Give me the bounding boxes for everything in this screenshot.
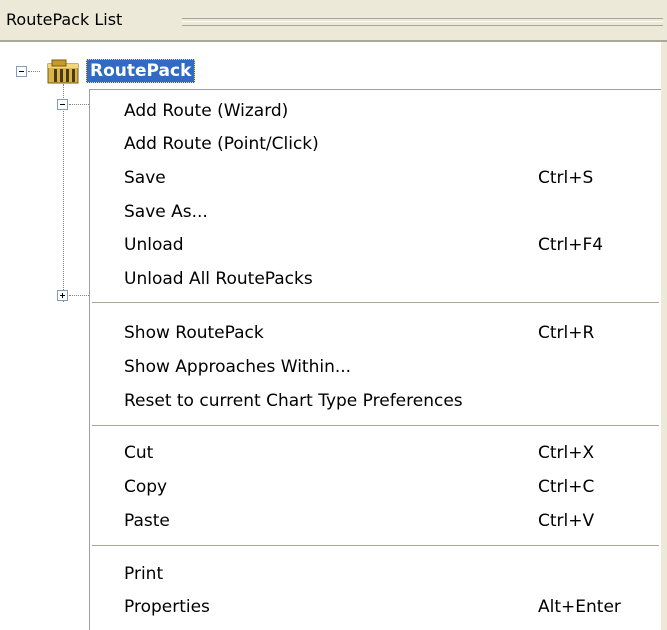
tree-connector [63,84,64,302]
context-menu: Add Route (Wizard) Add Route (Point/Clic… [89,89,661,630]
menu-item-save[interactable]: Save Ctrl+S [90,162,661,195]
menu-item-show-routepack[interactable]: Show RoutePack Ctrl+R [90,317,661,350]
menu-separator [92,302,659,304]
tree-node-routepack[interactable]: RoutePack [86,59,196,83]
menu-item-label: Add Route (Point/Click) [124,134,319,154]
menu-separator [92,545,659,547]
menu-item-add-route-wizard[interactable]: Add Route (Wizard) [90,95,661,128]
menu-item-label: Show RoutePack [124,323,264,343]
tree-connector [69,295,89,296]
minus-expander-icon[interactable] [16,66,27,77]
menu-item-shortcut: Ctrl+X [538,443,595,463]
menu-item-show-approaches-within[interactable]: Show Approaches Within... [90,351,661,384]
tree-connector [28,71,40,72]
menu-item-unload[interactable]: Unload Ctrl+F4 [90,229,661,262]
header-grip [182,18,663,26]
menu-item-label: Save As... [124,202,208,222]
plus-expander-icon[interactable] [57,290,68,301]
menu-item-shortcut: Ctrl+R [538,323,595,343]
menu-item-paste[interactable]: Paste Ctrl+V [90,505,661,538]
minus-expander-icon[interactable] [57,99,68,110]
menu-item-save-as[interactable]: Save As... [90,196,661,229]
menu-item-label: Unload All RoutePacks [124,269,313,289]
menu-item-reset-chart-type-preferences[interactable]: Reset to current Chart Type Preferences [90,385,661,418]
menu-item-shortcut: Ctrl+C [538,477,595,497]
routepack-folder-icon [47,59,79,84]
menu-item-copy[interactable]: Copy Ctrl+C [90,471,661,504]
menu-item-label: Properties [124,597,210,617]
panel-right-edge [661,42,667,630]
menu-item-shortcut: Ctrl+F4 [538,235,604,255]
menu-item-properties[interactable]: Properties Alt+Enter [90,591,661,624]
menu-item-label: Add Route (Wizard) [124,101,289,121]
menu-item-add-route-point-click[interactable]: Add Route (Point/Click) [90,128,661,161]
menu-item-label: Unload [124,235,184,255]
menu-item-label: Paste [124,511,170,531]
menu-item-unload-all-routepacks[interactable]: Unload All RoutePacks [90,263,661,296]
panel-title: RoutePack List [6,10,123,29]
menu-item-label: Reset to current Chart Type Preferences [124,391,463,411]
menu-item-label: Cut [124,443,154,463]
menu-item-print[interactable]: Print [90,558,661,591]
tree-connector [69,104,89,105]
menu-item-cut[interactable]: Cut Ctrl+X [90,437,661,470]
panel-header: RoutePack List [0,0,667,40]
menu-item-label: Print [124,564,164,584]
menu-item-label: Copy [124,477,168,497]
menu-item-label: Save [124,168,166,188]
menu-item-label: Show Approaches Within... [124,357,352,377]
menu-item-shortcut: Alt+Enter [538,597,621,617]
menu-separator [92,425,659,427]
panel-divider [0,40,667,42]
menu-item-shortcut: Ctrl+V [538,511,595,531]
menu-item-shortcut: Ctrl+S [538,168,594,188]
